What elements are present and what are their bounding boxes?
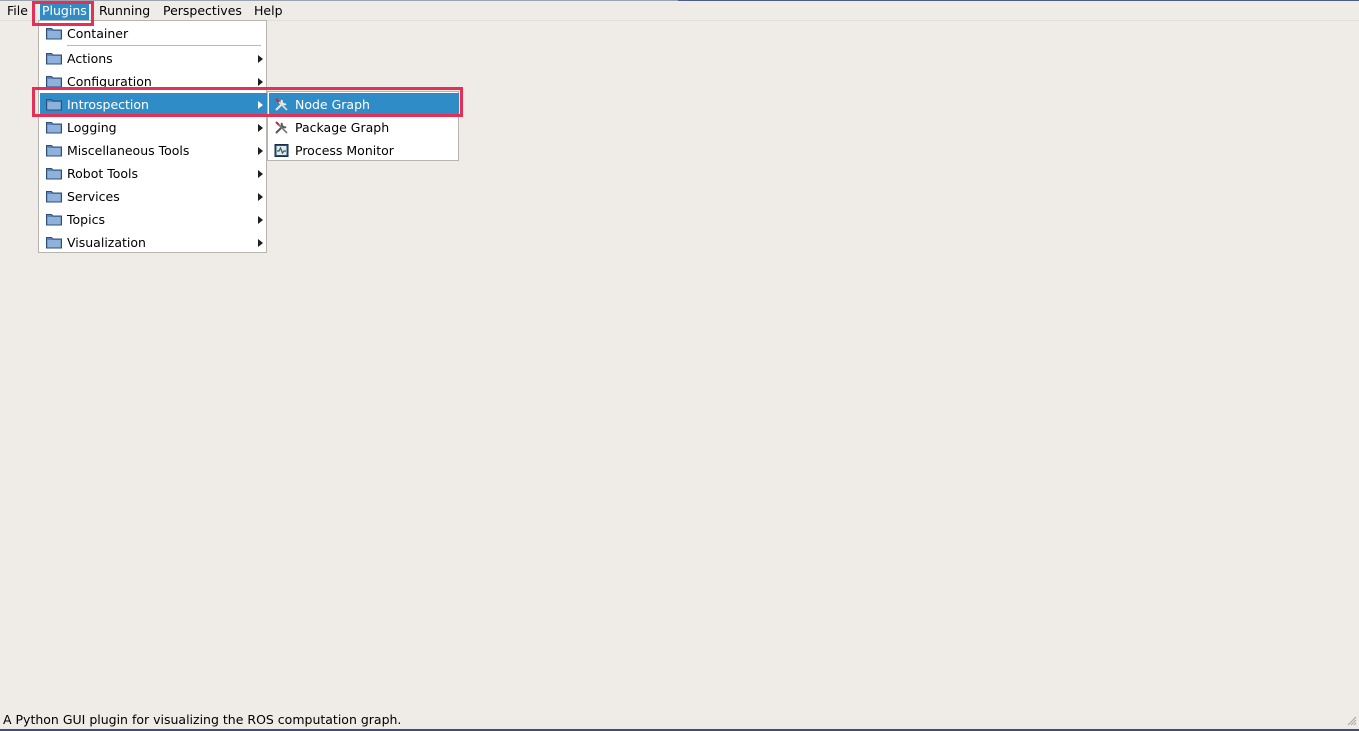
submenu-arrow-icon — [258, 78, 263, 86]
folder-icon — [46, 122, 62, 134]
menu-file[interactable]: File — [7, 2, 28, 20]
wrench-screwdriver-icon — [275, 121, 288, 134]
folder-icon — [46, 53, 62, 65]
plugins-menu: Container Actions Configuration Introspe… — [38, 20, 267, 253]
menu-item-label: Visualization — [67, 235, 146, 250]
menu-item-actions[interactable]: Actions — [40, 47, 267, 70]
menu-item-topics[interactable]: Topics — [40, 208, 267, 231]
folder-icon — [46, 237, 62, 249]
resize-grip-icon[interactable] — [1345, 714, 1357, 726]
submenu-arrow-icon — [258, 170, 263, 178]
menu-file-label: File — [7, 3, 28, 18]
folder-icon — [46, 214, 62, 226]
folder-icon — [46, 168, 62, 180]
application-window: File Plugins Running Perspectives Help C… — [0, 0, 1359, 731]
menu-item-label: Topics — [67, 212, 105, 227]
menu-item-logging[interactable]: Logging — [40, 116, 267, 139]
menu-item-process-monitor[interactable]: Process Monitor — [269, 139, 459, 162]
menu-item-label: Actions — [67, 51, 113, 66]
status-bar: A Python GUI plugin for visualizing the … — [0, 710, 1359, 731]
menu-help-label: Help — [254, 3, 283, 18]
menu-item-label: Package Graph — [295, 120, 390, 135]
menubar: File Plugins Running Perspectives Help — [0, 1, 1359, 21]
menu-help[interactable]: Help — [254, 2, 283, 20]
menu-running[interactable]: Running — [99, 2, 150, 20]
menu-item-visualization[interactable]: Visualization — [40, 231, 267, 254]
submenu-arrow-icon — [258, 55, 263, 63]
status-text: A Python GUI plugin for visualizing the … — [3, 712, 402, 727]
menu-item-label: Miscellaneous Tools — [67, 143, 190, 158]
menu-separator — [67, 45, 261, 46]
menu-item-label: Logging — [67, 120, 117, 135]
submenu-arrow-icon — [258, 239, 263, 247]
annotation-box-node-graph — [32, 87, 463, 117]
submenu-arrow-icon — [258, 147, 263, 155]
menu-item-label: Process Monitor — [295, 143, 394, 158]
folder-icon — [46, 191, 62, 203]
menu-item-robot-tools[interactable]: Robot Tools — [40, 162, 267, 185]
submenu-arrow-icon — [258, 124, 263, 132]
menu-item-services[interactable]: Services — [40, 185, 267, 208]
menu-running-label: Running — [99, 3, 151, 18]
menu-item-label: Robot Tools — [67, 166, 139, 181]
submenu-arrow-icon — [258, 216, 263, 224]
menu-item-miscellaneous-tools[interactable]: Miscellaneous Tools — [40, 139, 267, 162]
annotation-box-plugins — [32, 1, 94, 26]
menu-item-label: Services — [67, 189, 120, 204]
folder-icon — [46, 28, 62, 40]
submenu-arrow-icon — [258, 193, 263, 201]
menu-perspectives[interactable]: Perspectives — [163, 2, 242, 20]
folder-icon — [46, 145, 62, 157]
menu-item-package-graph[interactable]: Package Graph — [269, 116, 459, 139]
process-monitor-icon — [274, 144, 289, 157]
menu-perspectives-label: Perspectives — [163, 3, 242, 18]
